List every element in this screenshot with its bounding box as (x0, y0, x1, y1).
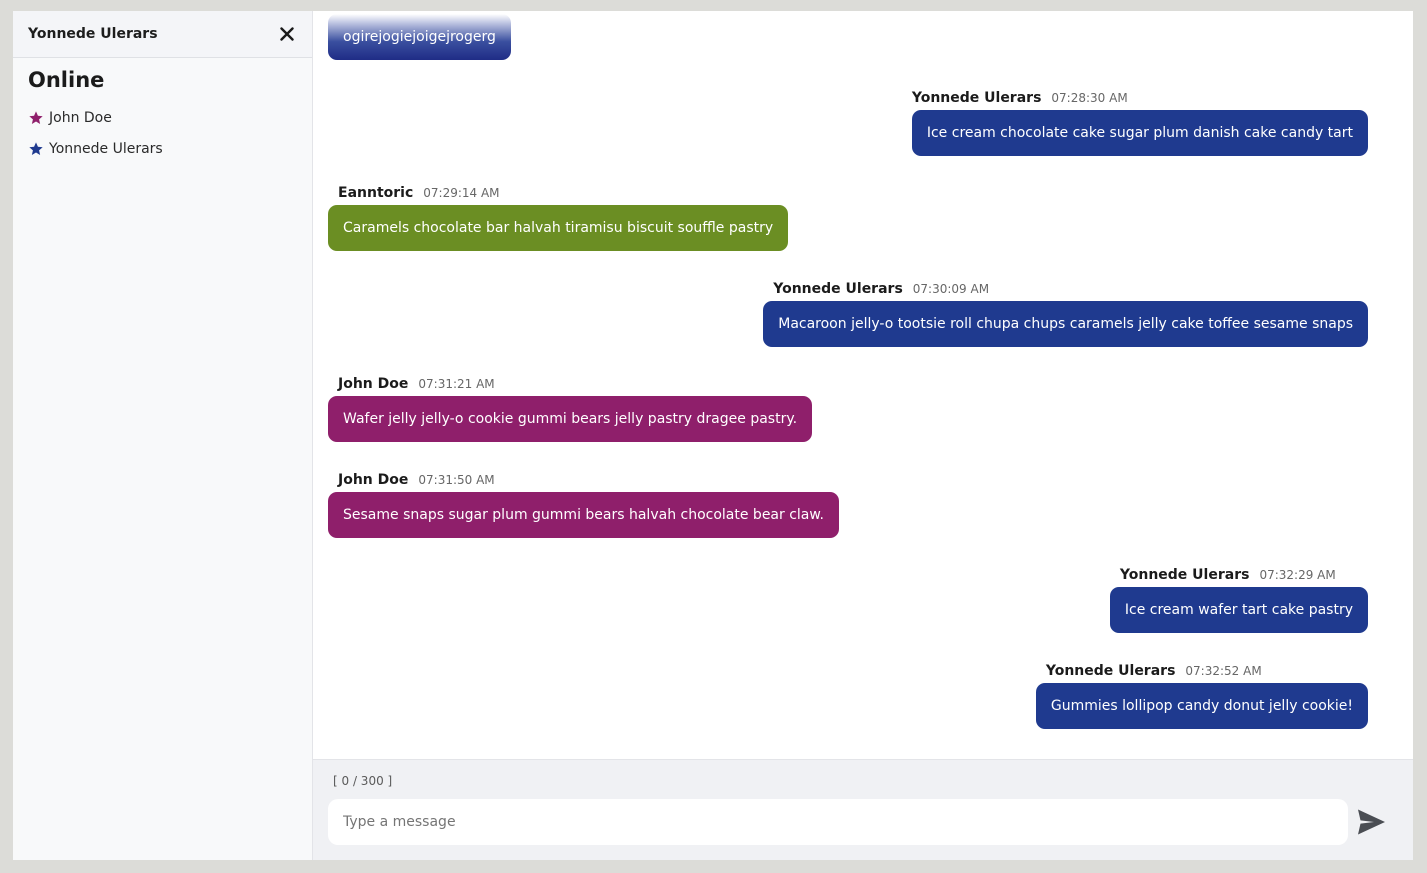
message-list[interactable]: ogirejogiejoigejrogerg Yonnede Ulerars 0… (313, 11, 1413, 759)
message-item: John Doe 07:31:21 AM Wafer jelly jelly-o… (328, 376, 813, 442)
message-bubble: Sesame snaps sugar plum gummi bears halv… (328, 492, 839, 538)
message-bubble: Caramels chocolate bar halvah tiramisu b… (328, 205, 789, 251)
message-author: John Doe (338, 376, 409, 392)
message-item: ogirejogiejoigejrogerg (328, 14, 511, 60)
send-icon (1358, 809, 1385, 835)
online-user-item[interactable]: John Doe (28, 102, 297, 133)
message-input-wrapper (328, 799, 1348, 845)
message-item: Yonnede Ulerars 07:32:29 AM Ice cream wa… (1109, 567, 1368, 633)
message-item: John Doe 07:31:50 AM Sesame snaps sugar … (328, 472, 839, 538)
message-author: Yonnede Ulerars (1119, 567, 1250, 583)
message-meta: John Doe 07:31:21 AM (328, 376, 812, 393)
chat-app: Yonnede Ulerars Online John Doe Yonnede … (13, 11, 1413, 860)
message-bubble: Ice cream wafer tart cake pastry (1109, 587, 1368, 633)
message-input[interactable] (328, 799, 1348, 845)
character-counter: [ 0 / 300 ] (333, 774, 393, 788)
star-icon (29, 141, 43, 155)
sidebar: Yonnede Ulerars Online John Doe Yonnede … (13, 11, 313, 860)
message-bubble: Gummies lollipop candy donut jelly cooki… (1035, 683, 1368, 729)
message-bubble: Ice cream chocolate cake sugar plum dani… (911, 110, 1368, 156)
message-time: 07:32:52 AM (1185, 664, 1262, 678)
send-button[interactable] (1357, 808, 1387, 836)
message-composer: [ 0 / 300 ] (313, 759, 1413, 860)
message-time: 07:32:29 AM (1259, 568, 1336, 582)
message-item: Yonnede Ulerars 07:28:30 AM Ice cream ch… (911, 90, 1368, 156)
message-author: Yonnede Ulerars (911, 90, 1042, 106)
message-time: 07:31:21 AM (418, 377, 495, 391)
star-icon (29, 110, 43, 124)
message-author: John Doe (338, 472, 409, 488)
message-meta: John Doe 07:31:50 AM (328, 472, 839, 489)
close-icon (280, 27, 294, 41)
message-meta: Yonnede Ulerars 07:30:09 AM (763, 281, 1368, 298)
message-item: Yonnede Ulerars 07:32:52 AM Gummies loll… (1035, 663, 1368, 729)
online-user-name: John Doe (49, 109, 112, 126)
message-time: 07:29:14 AM (423, 186, 500, 200)
message-bubble: Wafer jelly jelly-o cookie gummi bears j… (328, 396, 813, 442)
message-author: Yonnede Ulerars (1045, 663, 1176, 679)
message-bubble: Macaroon jelly-o tootsie roll chupa chup… (763, 301, 1368, 347)
chat-main: ogirejogiejoigejrogerg Yonnede Ulerars 0… (313, 11, 1413, 860)
message-meta: Yonnede Ulerars 07:32:52 AM (1036, 663, 1368, 680)
sidebar-title: Yonnede Ulerars (28, 26, 158, 42)
sidebar-header: Yonnede Ulerars (13, 11, 312, 58)
message-item: Yonnede Ulerars 07:30:09 AM Macaroon jel… (763, 281, 1368, 347)
close-button[interactable] (277, 24, 297, 44)
online-heading: Online (28, 68, 105, 92)
message-time: 07:31:50 AM (418, 473, 495, 487)
message-bubble: ogirejogiejoigejrogerg (328, 14, 511, 60)
message-time: 07:28:30 AM (1051, 91, 1128, 105)
message-meta: Yonnede Ulerars 07:32:29 AM (1110, 567, 1368, 584)
online-user-item[interactable]: Yonnede Ulerars (28, 133, 297, 164)
message-meta: Yonnede Ulerars 07:28:30 AM (912, 90, 1368, 107)
message-item: Eanntoric 07:29:14 AM Caramels chocolate… (328, 185, 789, 251)
online-user-name: Yonnede Ulerars (49, 140, 163, 157)
message-meta: Eanntoric 07:29:14 AM (328, 185, 788, 202)
message-author: Yonnede Ulerars (773, 281, 903, 297)
online-user-list: John Doe Yonnede Ulerars (13, 96, 312, 164)
message-author: Eanntoric (338, 185, 414, 201)
message-time: 07:30:09 AM (912, 282, 990, 296)
